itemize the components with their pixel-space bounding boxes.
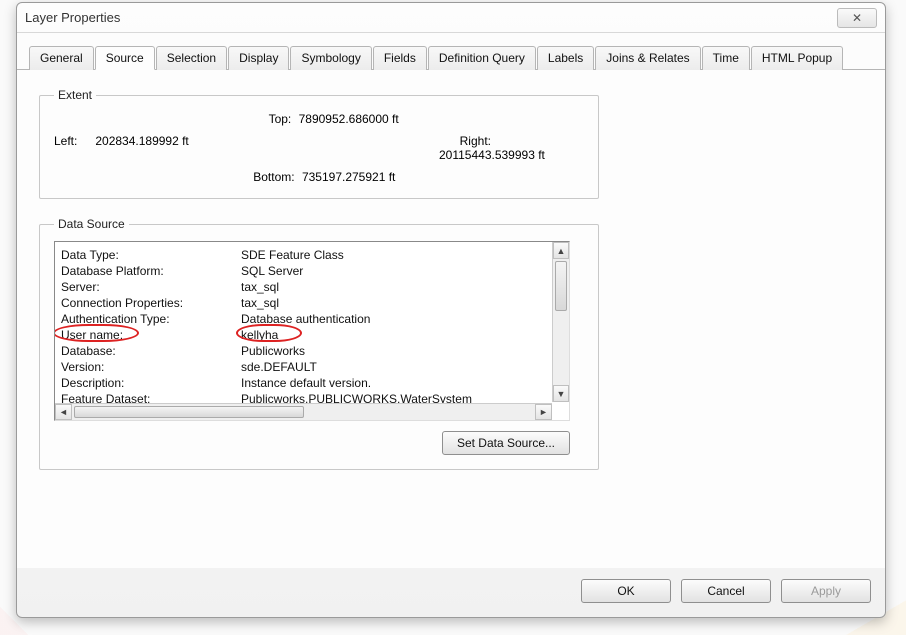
tab-general[interactable]: General [29,46,94,70]
tab-fields[interactable]: Fields [373,46,427,70]
ds-label-db-platform: Database Platform: [61,264,241,278]
tab-time[interactable]: Time [702,46,750,70]
ds-label-conn-props: Connection Properties: [61,296,241,310]
ds-value-description: Instance default version. [241,376,551,390]
window-title: Layer Properties [25,10,837,25]
tab-html-popup[interactable]: HTML Popup [751,46,843,70]
ds-value-conn-props: tax_sql [241,296,551,310]
titlebar: Layer Properties ✕ [17,3,885,33]
scroll-up-arrow-icon[interactable]: ▲ [553,242,569,259]
tab-definition-query[interactable]: Definition Query [428,46,536,70]
close-icon: ✕ [852,11,862,25]
ds-value-server: tax_sql [241,280,551,294]
ds-label-database: Database: [61,344,241,358]
data-source-group: Data Source Data Type: SDE Feature Class… [39,217,599,470]
vertical-scrollbar[interactable]: ▲ ▼ [552,242,569,402]
tab-joins-relates[interactable]: Joins & Relates [595,46,700,70]
vscroll-track[interactable] [553,259,569,385]
tab-display[interactable]: Display [228,46,289,70]
data-source-legend: Data Source [54,217,129,231]
vscroll-thumb[interactable] [555,261,567,311]
ds-label-version: Version: [61,360,241,374]
tab-content: Extent Top: 7890952.686000 ft Left: 2028… [17,70,885,568]
extent-top-label: Top: [239,112,291,126]
tab-selection[interactable]: Selection [156,46,227,70]
ds-value-data-type: SDE Feature Class [241,248,551,262]
tabstrip: General Source Selection Display Symbolo… [17,33,885,70]
extent-legend: Extent [54,88,96,102]
layer-properties-dialog: Layer Properties ✕ General Source Select… [16,2,886,618]
scroll-left-arrow-icon[interactable]: ◄ [55,404,72,420]
ds-label-data-type: Data Type: [61,248,241,262]
ds-label-user-name: User name: [61,328,241,342]
extent-bottom-label: Bottom: [243,170,295,184]
hscroll-thumb[interactable] [74,406,304,418]
extent-right-label: Right: [439,134,491,148]
extent-left-value: 202834.189992 ft [95,134,188,148]
hscroll-track[interactable] [72,404,535,420]
tab-symbology[interactable]: Symbology [290,46,371,70]
extent-left-label: Left: [54,134,88,148]
extent-bottom-value: 735197.275921 ft [302,170,395,184]
ds-label-server: Server: [61,280,241,294]
cancel-button[interactable]: Cancel [681,579,771,603]
extent-top-value: 7890952.686000 ft [299,112,399,126]
tab-labels[interactable]: Labels [537,46,594,70]
ok-button[interactable]: OK [581,579,671,603]
apply-button[interactable]: Apply [781,579,871,603]
ds-label-auth-type: Authentication Type: [61,312,241,326]
data-source-list[interactable]: Data Type: SDE Feature Class Database Pl… [54,241,570,421]
scroll-right-arrow-icon[interactable]: ► [535,404,552,420]
scroll-down-arrow-icon[interactable]: ▼ [553,385,569,402]
extent-right-value: 20115443.539993 ft [439,148,545,162]
ds-value-auth-type: Database authentication [241,312,551,326]
dialog-footer: OK Cancel Apply [17,568,885,617]
ds-value-db-platform: SQL Server [241,264,551,278]
set-data-source-button[interactable]: Set Data Source... [442,431,570,455]
extent-group: Extent Top: 7890952.686000 ft Left: 2028… [39,88,599,199]
ds-label-description: Description: [61,376,241,390]
horizontal-scrollbar[interactable]: ◄ ► [55,403,552,420]
ds-value-user-name: kellyha [241,328,551,342]
tab-source[interactable]: Source [95,46,155,70]
ds-value-database: Publicworks [241,344,551,358]
ds-value-version: sde.DEFAULT [241,360,551,374]
close-button[interactable]: ✕ [837,8,877,28]
